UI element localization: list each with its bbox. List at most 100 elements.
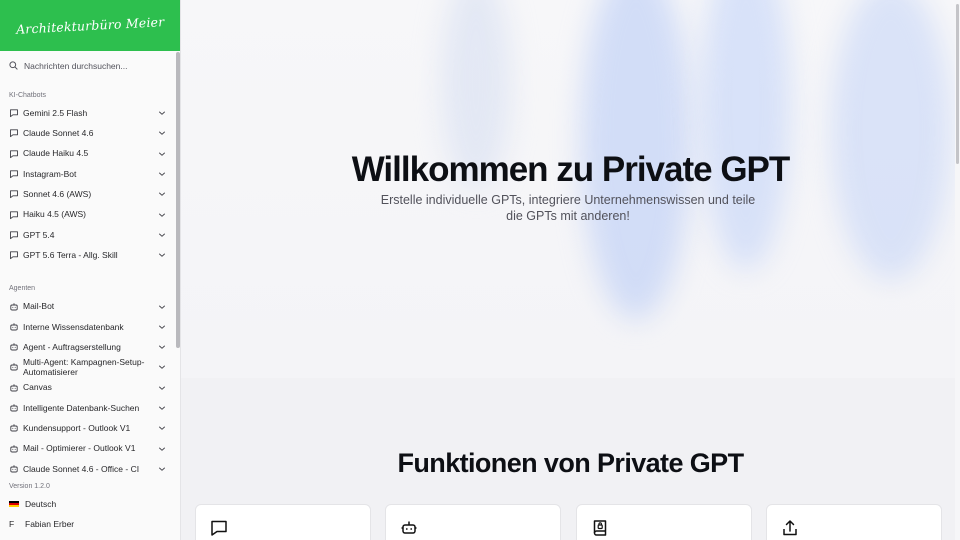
sidebar-item-label: GPT 5.4	[23, 229, 55, 240]
sidebar-item-chatbot[interactable]: Gemini 2.5 Flash	[0, 103, 180, 123]
user-menu[interactable]: F Fabian Erber	[0, 514, 180, 534]
robot-icon	[9, 383, 19, 393]
sidebar-item-label: Agent - Auftragserstellung	[23, 341, 121, 352]
language-selector[interactable]: Deutsch	[0, 494, 180, 514]
chat-bubble-icon	[9, 230, 19, 240]
feature-card[interactable]	[385, 504, 561, 540]
chevron-down-icon[interactable]	[158, 404, 166, 412]
hero-background-glow	[701, 0, 791, 270]
sidebar-item-agent[interactable]: Mail - Optimierer - Outlook V1	[0, 438, 180, 458]
chevron-down-icon[interactable]	[158, 445, 166, 453]
hero-title: Willkommen zu Private GPT	[351, 150, 791, 189]
chevron-down-icon[interactable]	[158, 363, 166, 371]
robot-icon	[9, 342, 19, 352]
chat-bubble-icon	[9, 128, 19, 138]
chevron-down-icon[interactable]	[158, 424, 166, 432]
sidebar-item-chatbot[interactable]: Claude Sonnet 4.6	[0, 123, 180, 143]
chevron-down-icon[interactable]	[158, 465, 166, 473]
chat-bubble-icon	[9, 149, 19, 159]
chat-bubble-icon	[9, 108, 19, 118]
chevron-down-icon[interactable]	[158, 190, 166, 198]
language-label: Deutsch	[25, 499, 57, 509]
chatbot-list: Gemini 2.5 Flash Claude Sonnet 4.6 Claud…	[0, 103, 180, 265]
chevron-down-icon[interactable]	[158, 150, 166, 158]
sidebar-item-agent[interactable]: Claude Sonnet 4.6 - Office - CI	[0, 459, 180, 479]
sidebar-item-label: Sonnet 4.6 (AWS)	[23, 189, 92, 200]
sidebar-item-label: Interne Wissensdatenbank	[23, 321, 124, 332]
sidebar-item-agent[interactable]: Canvas	[0, 378, 180, 398]
user-name: Fabian Erber	[25, 519, 75, 529]
sidebar-item-agent[interactable]: Interne Wissensdatenbank	[0, 317, 180, 337]
robot-icon	[9, 464, 19, 474]
sidebar-item-chatbot[interactable]: Claude Haiku 4.5	[0, 144, 180, 164]
chevron-down-icon[interactable]	[158, 170, 166, 178]
sidebar-scrollbar[interactable]	[176, 52, 180, 348]
section-title-agents: Agenten	[9, 285, 36, 293]
chevron-down-icon[interactable]	[158, 303, 166, 311]
main-content: Willkommen zu Private GPT Erstelle indiv…	[181, 0, 960, 540]
page-scrollbar-thumb[interactable]	[956, 4, 959, 164]
sidebar-footer: Version 1.2.0 Deutsch F Fabian Erber	[0, 480, 180, 534]
robot-icon	[9, 322, 19, 332]
chevron-down-icon[interactable]	[158, 251, 166, 259]
agent-list: Mail-Bot Interne Wissensdatenbank Agent …	[0, 296, 180, 479]
sidebar-item-label: Mail - Optimierer - Outlook V1	[23, 443, 136, 454]
chevron-down-icon[interactable]	[158, 109, 166, 117]
version-label: Version 1.2.0	[9, 483, 50, 490]
search-input[interactable]	[24, 61, 174, 71]
sidebar-item-label: Haiku 4.5 (AWS)	[23, 209, 86, 220]
sidebar-item-label: Kundensupport - Outlook V1	[23, 423, 131, 434]
sidebar-item-chatbot[interactable]: Sonnet 4.6 (AWS)	[0, 184, 180, 204]
sidebar-item-chatbot[interactable]: Haiku 4.5 (AWS)	[0, 204, 180, 224]
chevron-down-icon[interactable]	[158, 343, 166, 351]
sidebar-item-label: Multi-Agent: Kampagnen-Setup-Automatisie…	[23, 356, 145, 378]
sidebar-item-chatbot[interactable]: GPT 5.6 Terra - Allg. Skill	[0, 245, 180, 265]
avatar: F	[9, 519, 15, 529]
sidebar-item-label: Claude Sonnet 4.6 - Office - CI	[23, 463, 140, 474]
sidebar-item-label: GPT 5.6 Terra - Allg. Skill	[23, 249, 118, 260]
robot-icon	[9, 403, 19, 413]
sidebar-item-label: Gemini 2.5 Flash	[23, 107, 88, 118]
chat-bubble-icon	[210, 519, 228, 537]
chat-bubble-icon	[9, 169, 19, 179]
sidebar-item-agent[interactable]: Kundensupport - Outlook V1	[0, 418, 180, 438]
sidebar-item-agent[interactable]: Intelligente Datenbank-Suchen	[0, 398, 180, 418]
sidebar-item-label: Mail-Bot	[23, 301, 55, 312]
hero-section: Willkommen zu Private GPT Erstelle indiv…	[181, 0, 960, 378]
sidebar-item-label: Claude Sonnet 4.6	[23, 128, 94, 139]
sidebar-item-label: Claude Haiku 4.5	[23, 148, 89, 159]
hero-background-glow	[831, 0, 951, 280]
features-section: Funktionen von Private GPT	[181, 378, 960, 540]
features-title: Funktionen von Private GPT	[397, 448, 745, 478]
sidebar-item-label: Instagram-Bot	[23, 168, 77, 179]
chevron-down-icon[interactable]	[158, 231, 166, 239]
sidebar-item-chatbot[interactable]: Instagram-Bot	[0, 164, 180, 184]
german-flag-icon	[9, 500, 19, 508]
chat-bubble-icon	[9, 210, 19, 220]
chevron-down-icon[interactable]	[158, 211, 166, 219]
brand-logo-bar[interactable]: Architekturbüro Meier	[0, 0, 180, 51]
chevron-down-icon[interactable]	[158, 323, 166, 331]
sidebar-item-label: Canvas	[23, 382, 52, 393]
sidebar-item-agent[interactable]: Agent - Auftragserstellung	[0, 337, 180, 357]
feature-card[interactable]	[766, 504, 942, 540]
sidebar: Architekturbüro Meier KI-Chatbots Gemini…	[0, 0, 181, 540]
feature-card[interactable]	[195, 504, 371, 540]
sidebar-item-chatbot[interactable]: GPT 5.4	[0, 225, 180, 245]
sidebar-item-agent[interactable]: Multi-Agent: Kampagnen-Setup-Automatisie…	[0, 357, 180, 377]
robot-icon	[400, 519, 418, 537]
search-bar[interactable]	[0, 52, 180, 80]
section-title-chatbots: KI-Chatbots	[9, 92, 46, 99]
hero-subtitle: Erstelle individuelle GPTs, integriere U…	[380, 193, 756, 223]
sidebar-item-agent[interactable]: Mail-Bot	[0, 296, 180, 316]
brand-logo: Architekturbüro Meier	[15, 14, 165, 37]
chat-bubble-icon	[9, 250, 19, 260]
chevron-down-icon[interactable]	[158, 129, 166, 137]
knowledge-book-icon	[591, 519, 609, 537]
feature-card[interactable]	[576, 504, 752, 540]
robot-icon	[9, 444, 19, 454]
robot-icon	[9, 423, 19, 433]
sidebar-item-label: Intelligente Datenbank-Suchen	[23, 402, 140, 413]
chat-bubble-icon	[9, 189, 19, 199]
chevron-down-icon[interactable]	[158, 384, 166, 392]
